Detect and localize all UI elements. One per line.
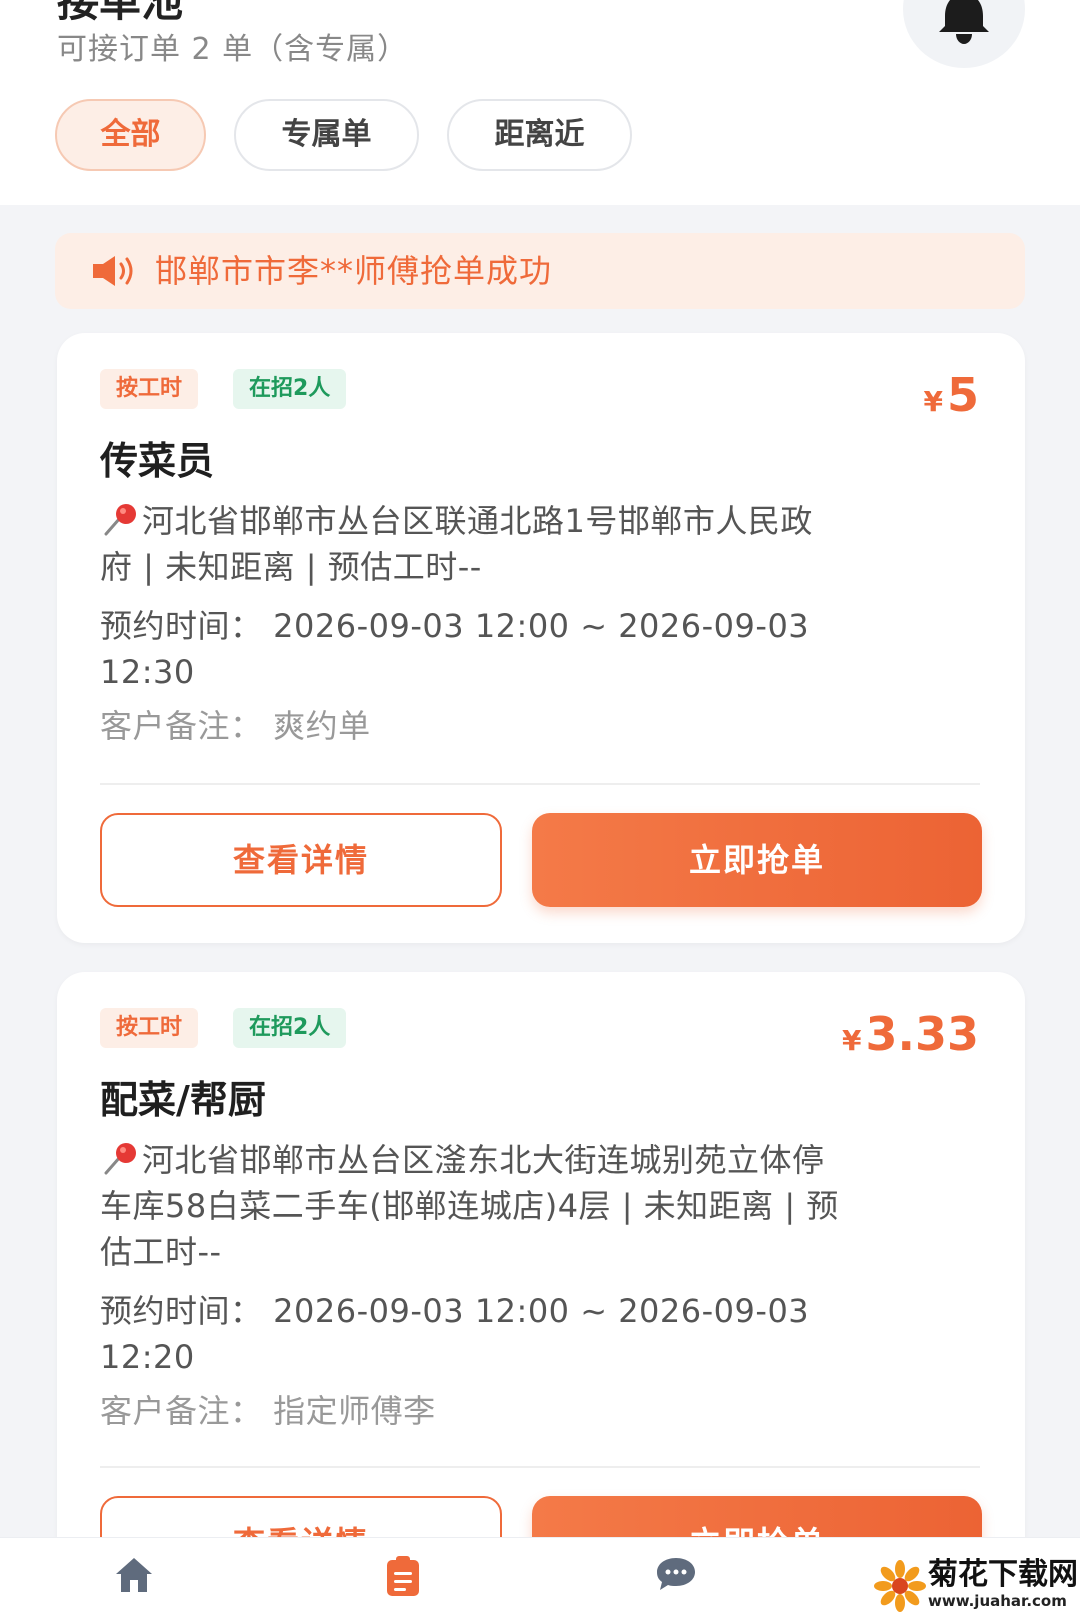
- address-line: 车库58白菜二手车(邯郸连城店)4层 | 未知距离 | 预: [100, 1187, 839, 1225]
- order-price: ¥5: [924, 367, 980, 430]
- tag-billing-type: 按工时: [100, 1008, 199, 1048]
- address-line: 府 | 未知距离 | 预估工时--: [100, 548, 482, 586]
- appointment-time: 预约时间： 2026-09-03 12:00 ~ 2026-09-03 12:3…: [100, 603, 980, 695]
- home-icon: [116, 1558, 152, 1592]
- order-count-subtitle: 可接订单 2 单（含专属）: [57, 32, 409, 67]
- tag-hiring-count: 在招2人: [233, 1008, 347, 1048]
- page-title: 接单池: [57, 0, 184, 26]
- currency-symbol: ¥: [923, 385, 943, 418]
- tag-billing-type: 按工时: [100, 369, 199, 409]
- bell-icon: [939, 0, 989, 44]
- header: 接单池 可接订单 2 单（含专属） 全部 专属单 距离近: [0, 0, 1080, 205]
- order-card: 按工时 在招2人 ¥3.33 配菜/帮厨 河北省邯郸市丛台区滏东北大街连城别苑立…: [57, 972, 1025, 1592]
- currency-symbol: ¥: [842, 1024, 862, 1057]
- grab-order-button[interactable]: 立即抢单: [532, 813, 982, 907]
- nav-orders[interactable]: [385, 1556, 421, 1602]
- customer-note: 客户备注： 爽约单: [100, 707, 371, 745]
- nav-messages[interactable]: [655, 1556, 697, 1596]
- nav-home[interactable]: [114, 1556, 154, 1598]
- watermark-url: www.juahar.com: [928, 1592, 1067, 1610]
- job-title: 传菜员: [100, 439, 215, 483]
- job-title: 配菜/帮厨: [100, 1078, 266, 1122]
- pin-icon: [104, 1143, 136, 1175]
- time-line: 预约时间： 2026-09-03 12:00 ~ 2026-09-03: [100, 607, 810, 645]
- flower-logo: [874, 1560, 926, 1612]
- pin-icon: [104, 504, 136, 536]
- watermark-title: 菊花下载网: [928, 1557, 1078, 1592]
- customer-note: 客户备注： 指定师傅李: [100, 1392, 436, 1430]
- time-line: 12:20: [100, 1338, 195, 1376]
- appointment-time: 预约时间： 2026-09-03 12:00 ~ 2026-09-03 12:2…: [100, 1288, 980, 1380]
- divider: [100, 783, 980, 785]
- divider: [100, 1466, 980, 1468]
- filter-tab-exclusive[interactable]: 专属单: [234, 99, 419, 171]
- order-address: 河北省邯郸市丛台区滏东北大街连城别苑立体停 车库58白菜二手车(邯郸连城店)4层…: [100, 1137, 980, 1275]
- time-line: 12:30: [100, 653, 195, 691]
- watermark: 菊花下载网 www.juahar.com: [872, 1558, 1080, 1613]
- filter-tab-nearby[interactable]: 距离近: [447, 99, 632, 171]
- address-line: 河北省邯郸市丛台区联通北路1号邯郸市人民政: [142, 502, 813, 540]
- notice-banner: 邯郸市市李**师傅抢单成功: [55, 233, 1025, 309]
- order-address: 河北省邯郸市丛台区联通北路1号邯郸市人民政 府 | 未知距离 | 预估工时--: [100, 498, 980, 590]
- price-value: 5: [946, 368, 979, 422]
- address-line: 河北省邯郸市丛台区滏东北大街连城别苑立体停: [142, 1141, 825, 1179]
- price-value: 3.33: [865, 1007, 980, 1061]
- speaker-icon: [93, 256, 133, 286]
- chat-icon: [657, 1558, 695, 1590]
- orders-icon: [387, 1556, 419, 1596]
- filter-tab-all[interactable]: 全部: [55, 99, 206, 171]
- order-card: 按工时 在招2人 ¥5 传菜员 河北省邯郸市丛台区联通北路1号邯郸市人民政 府 …: [57, 333, 1025, 943]
- address-line: 估工时--: [100, 1233, 222, 1271]
- notification-button[interactable]: [903, 0, 1025, 68]
- order-price: ¥3.33: [842, 1006, 979, 1069]
- notice-text: 邯郸市市李**师傅抢单成功: [155, 252, 553, 290]
- view-detail-button[interactable]: 查看详情: [100, 813, 502, 907]
- tag-hiring-count: 在招2人: [233, 369, 347, 409]
- time-line: 预约时间： 2026-09-03 12:00 ~ 2026-09-03: [100, 1292, 810, 1330]
